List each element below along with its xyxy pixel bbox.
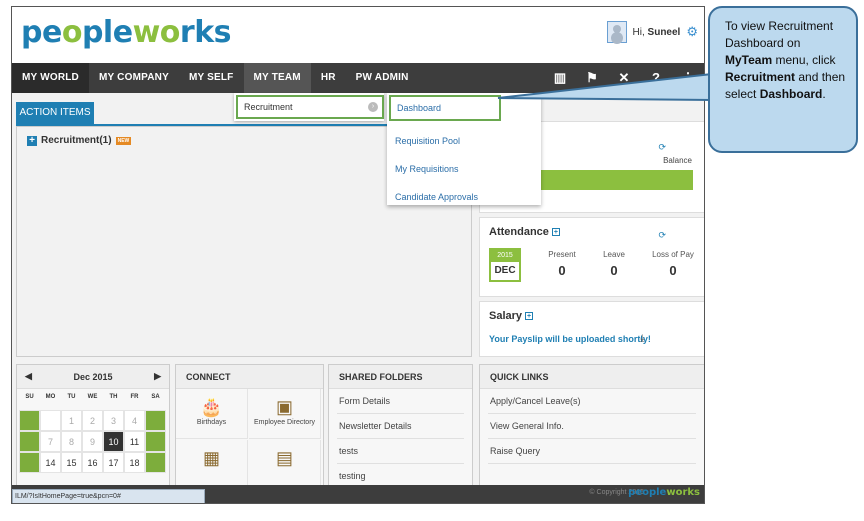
quick-links-panel: QUICK LINKS Apply/Cancel Leave(s) View G… bbox=[479, 364, 704, 492]
prev-month-icon[interactable]: ◀ bbox=[25, 371, 32, 382]
directory-icon: ▣ bbox=[275, 397, 293, 417]
balance-label: Balance bbox=[663, 156, 692, 165]
list-item[interactable]: Newsletter Details bbox=[337, 414, 464, 439]
my-team-menu: Recruitment › bbox=[234, 93, 384, 121]
nav-my-team[interactable]: MY TEAM bbox=[243, 63, 311, 93]
calendar-day[interactable]: 18 bbox=[124, 452, 145, 473]
cake-icon: 🎂 bbox=[200, 397, 223, 417]
peopleworks-logo[interactable]: peopleworks bbox=[21, 15, 232, 50]
payslip-message: Your Payslip will be uploaded shortly! bbox=[489, 334, 651, 344]
loss-of-pay-stat: Loss of Pay 0 bbox=[652, 250, 694, 278]
present-stat: Present 0 bbox=[548, 250, 576, 278]
gift-icon: ▦ bbox=[202, 448, 220, 468]
nav-my-world[interactable]: MY WORLD bbox=[12, 63, 89, 93]
calendar-day[interactable]: 16 bbox=[82, 452, 103, 473]
connect-tile[interactable]: ▦ bbox=[176, 440, 248, 490]
birthdays-tile[interactable]: 🎂 Birthdays bbox=[176, 389, 248, 439]
calendar-day[interactable]: 15 bbox=[61, 452, 82, 473]
calendar-day[interactable]: 11 bbox=[124, 431, 145, 452]
user-box: Hi, Suneel ⚙ bbox=[606, 21, 698, 43]
calendar-day[interactable]: 8 bbox=[61, 431, 82, 452]
recruitment-label: Recruitment(1) bbox=[41, 135, 112, 146]
employee-directory-tile[interactable]: ▣ Employee Directory bbox=[249, 389, 321, 439]
calendar-today[interactable]: 10 bbox=[103, 431, 124, 452]
menu-item-candidate-approvals[interactable]: Candidate Approvals bbox=[387, 183, 541, 211]
menu-item-dashboard[interactable]: Dashboard bbox=[389, 95, 501, 121]
calendar-day[interactable] bbox=[145, 410, 166, 431]
book-icon[interactable]: ▥ bbox=[544, 63, 576, 93]
calendar-day[interactable]: 7 bbox=[40, 431, 61, 452]
nav-hr[interactable]: HR bbox=[311, 63, 346, 93]
sitemap-icon[interactable]: ⋮ bbox=[672, 63, 704, 93]
calendar-day[interactable]: 14 bbox=[40, 452, 61, 473]
new-badge: NEW bbox=[115, 136, 132, 145]
refresh-icon[interactable]: ⟳ bbox=[658, 230, 666, 241]
attendance-title: Attendance + bbox=[489, 226, 560, 238]
next-month-icon[interactable]: ▶ bbox=[154, 371, 161, 382]
tab-action-items[interactable]: ACTION ITEMS bbox=[16, 102, 94, 124]
gear-icon[interactable]: ⚙ bbox=[686, 24, 698, 40]
attendance-widget: Attendance + ⟳ 2015 DEC Present 0 Leave 0… bbox=[479, 217, 704, 297]
shared-folders-title: SHARED FOLDERS bbox=[329, 365, 472, 389]
leave-stat: Leave 0 bbox=[603, 250, 625, 278]
calendar-day[interactable] bbox=[19, 410, 40, 431]
list-item[interactable]: Apply/Cancel Leave(s) bbox=[488, 389, 696, 414]
calendar-day[interactable] bbox=[145, 431, 166, 452]
list-item[interactable]: Raise Query bbox=[488, 439, 696, 464]
instruction-callout: To view Recruitment Dashboard on MyTeam … bbox=[708, 6, 858, 153]
main-nav: MY WORLD MY COMPANY MY SELF MY TEAM HR P… bbox=[12, 63, 704, 93]
list-item[interactable]: View General Info. bbox=[488, 414, 696, 439]
calendar-header: ◀ Dec 2015 ▶ bbox=[17, 365, 169, 389]
calendar-day[interactable]: 17 bbox=[103, 452, 124, 473]
date-box: 2015 DEC bbox=[489, 248, 521, 282]
recruitment-submenu: Dashboard Requisition Pool My Requisitio… bbox=[387, 93, 541, 205]
nav-pw-admin[interactable]: PW ADMIN bbox=[346, 63, 419, 93]
expand-icon[interactable]: + bbox=[525, 312, 534, 321]
salary-title: Salary + bbox=[489, 310, 534, 322]
calendar-grid: SU MO TU WE TH FR SA 1 2 3 4 7 8 9 10 11… bbox=[17, 389, 169, 473]
tools-icon[interactable]: ✕ bbox=[608, 63, 640, 93]
greeting: Hi, Suneel bbox=[632, 26, 681, 38]
connect-tile[interactable]: ▤ bbox=[249, 440, 321, 490]
calendar-day[interactable] bbox=[40, 410, 61, 431]
download-icon[interactable]: ⤓ bbox=[640, 333, 644, 344]
calendar-day[interactable]: 4 bbox=[124, 410, 145, 431]
menu-item-recruitment[interactable]: Recruitment › bbox=[236, 95, 384, 119]
calendar-day[interactable]: 9 bbox=[82, 431, 103, 452]
calendar-day[interactable] bbox=[19, 431, 40, 452]
calendar-day[interactable]: 2 bbox=[82, 410, 103, 431]
news-icon: ▤ bbox=[275, 448, 293, 468]
salary-widget: Salary + Your Payslip will be uploaded sh… bbox=[479, 301, 704, 357]
expand-icon[interactable]: + bbox=[551, 228, 560, 237]
chevron-right-icon: › bbox=[368, 102, 378, 112]
pin-icon[interactable]: ⚑ bbox=[576, 63, 608, 93]
expand-icon[interactable]: + bbox=[27, 135, 37, 146]
nav-my-company[interactable]: MY COMPANY bbox=[89, 63, 179, 93]
refresh-icon[interactable]: ⟳ bbox=[658, 142, 666, 153]
help-icon[interactable]: ? bbox=[640, 63, 672, 93]
nav-icons: ▥ ⚑ ✕ ? ⋮ bbox=[544, 63, 704, 93]
menu-item-my-requisitions[interactable]: My Requisitions bbox=[387, 155, 541, 183]
connect-title: CONNECT bbox=[176, 365, 323, 389]
user-name[interactable]: Suneel bbox=[648, 27, 681, 38]
calendar-panel: ◀ Dec 2015 ▶ SU MO TU WE TH FR SA 1 2 3 … bbox=[16, 364, 170, 492]
footer-logo: peopleworks bbox=[628, 487, 700, 498]
quick-links-title: QUICK LINKS bbox=[480, 365, 704, 389]
shared-folders-panel: SHARED FOLDERS Form Details Newsletter D… bbox=[328, 364, 473, 492]
list-item[interactable]: Form Details bbox=[337, 389, 464, 414]
menu-item-requisition-pool[interactable]: Requisition Pool bbox=[387, 127, 541, 155]
calendar-day[interactable]: 1 bbox=[61, 410, 82, 431]
recruitment-row[interactable]: + Recruitment(1) NEW bbox=[27, 135, 132, 146]
calendar-day[interactable] bbox=[145, 452, 166, 473]
calendar-month: Dec 2015 bbox=[73, 371, 113, 382]
header: peopleworks Hi, Suneel ⚙ bbox=[12, 7, 704, 63]
nav-my-self[interactable]: MY SELF bbox=[179, 63, 244, 93]
calendar-day[interactable] bbox=[19, 452, 40, 473]
calendar-day[interactable]: 3 bbox=[103, 410, 124, 431]
status-url: ILM/?IsItHomePage=true&pcn=0# bbox=[12, 489, 205, 503]
connect-panel: CONNECT 🎂 Birthdays ▣ Employee Directory… bbox=[175, 364, 324, 492]
avatar[interactable] bbox=[606, 21, 627, 43]
list-item[interactable]: tests bbox=[337, 439, 464, 464]
app-window: peopleworks Hi, Suneel ⚙ MY WORLD MY COM… bbox=[11, 6, 705, 504]
